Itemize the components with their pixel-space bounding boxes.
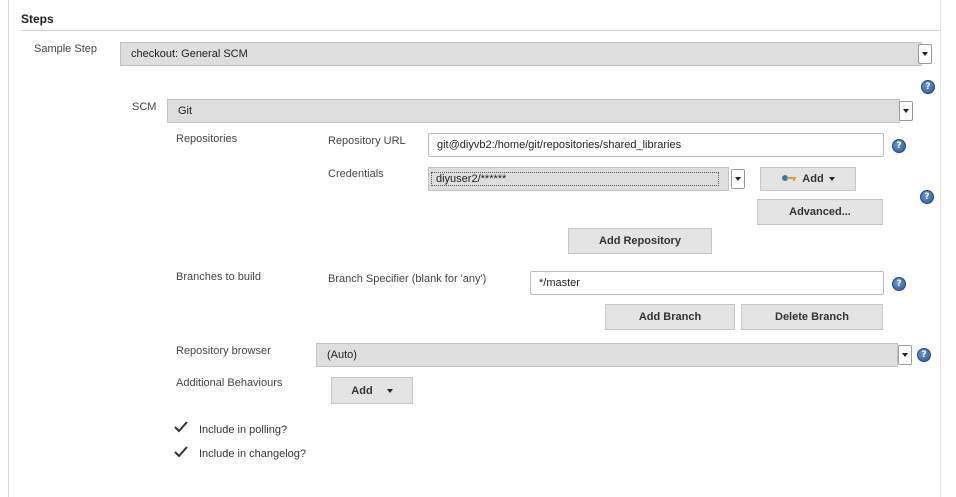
repository-url-input[interactable]: git@diyvb2:/home/git/repositories/shared… <box>428 133 884 157</box>
advanced-button[interactable]: Advanced... <box>757 199 883 225</box>
scm-select[interactable]: Git <box>167 99 900 123</box>
chevron-down-icon[interactable] <box>731 169 745 189</box>
frame-right-border <box>940 0 941 497</box>
chevron-down-icon[interactable] <box>898 345 912 365</box>
repository-browser-select[interactable]: (Auto) <box>316 343 898 367</box>
credentials-value: diyuser2/****** <box>431 172 719 186</box>
frame-left-border <box>8 0 9 497</box>
repository-browser-value: (Auto) <box>327 349 357 361</box>
branch-specifier-input[interactable]: */master <box>530 271 884 295</box>
credentials-add-label: Add <box>802 173 824 185</box>
credentials-label: Credentials <box>328 168 384 180</box>
check-icon <box>174 421 188 433</box>
repository-browser-label: Repository browser <box>176 345 271 357</box>
repositories-label: Repositories <box>176 133 238 145</box>
sample-step-select[interactable]: checkout: General SCM <box>120 42 922 66</box>
add-branch-button[interactable]: Add Branch <box>605 304 735 330</box>
additional-behaviours-label: Additional Behaviours <box>176 377 283 389</box>
sample-step-label: Sample Step <box>34 43 97 55</box>
section-divider <box>21 30 941 31</box>
add-repository-button[interactable]: Add Repository <box>568 228 712 254</box>
scm-value: Git <box>178 105 193 117</box>
chevron-down-icon[interactable] <box>899 101 913 121</box>
additional-behaviours-add-button[interactable]: Add <box>331 377 413 404</box>
chevron-down-icon[interactable] <box>918 44 932 64</box>
help-icon[interactable]: ? <box>917 348 931 362</box>
help-icon[interactable]: ? <box>892 139 906 153</box>
chevron-down-icon <box>386 388 393 393</box>
help-icon[interactable]: ? <box>921 80 935 94</box>
key-icon <box>781 173 797 186</box>
repository-url-value: git@diyvb2:/home/git/repositories/shared… <box>437 139 682 151</box>
include-polling-label: Include in polling? <box>199 424 288 436</box>
branch-specifier-label: Branch Specifier (blank for 'any') <box>328 273 487 285</box>
include-changelog-label: Include in changelog? <box>199 448 307 460</box>
repository-url-label: Repository URL <box>328 135 406 147</box>
delete-branch-button[interactable]: Delete Branch <box>741 304 883 330</box>
include-changelog-checkbox[interactable] <box>174 446 188 458</box>
include-polling-checkbox[interactable] <box>174 421 188 433</box>
chevron-down-icon <box>828 177 835 181</box>
credentials-add-button[interactable]: Add <box>760 167 856 191</box>
branches-label: Branches to build <box>176 271 261 283</box>
scm-label: SCM <box>132 101 157 113</box>
help-icon[interactable]: ? <box>920 190 934 204</box>
sample-step-value: checkout: General SCM <box>131 48 248 60</box>
check-icon <box>174 446 188 458</box>
additional-behaviours-add-label: Add <box>351 384 373 397</box>
section-title: Steps <box>21 12 54 26</box>
help-icon[interactable]: ? <box>892 277 906 291</box>
branch-specifier-value: */master <box>539 277 580 289</box>
credentials-select[interactable]: diyuser2/****** <box>428 167 729 191</box>
